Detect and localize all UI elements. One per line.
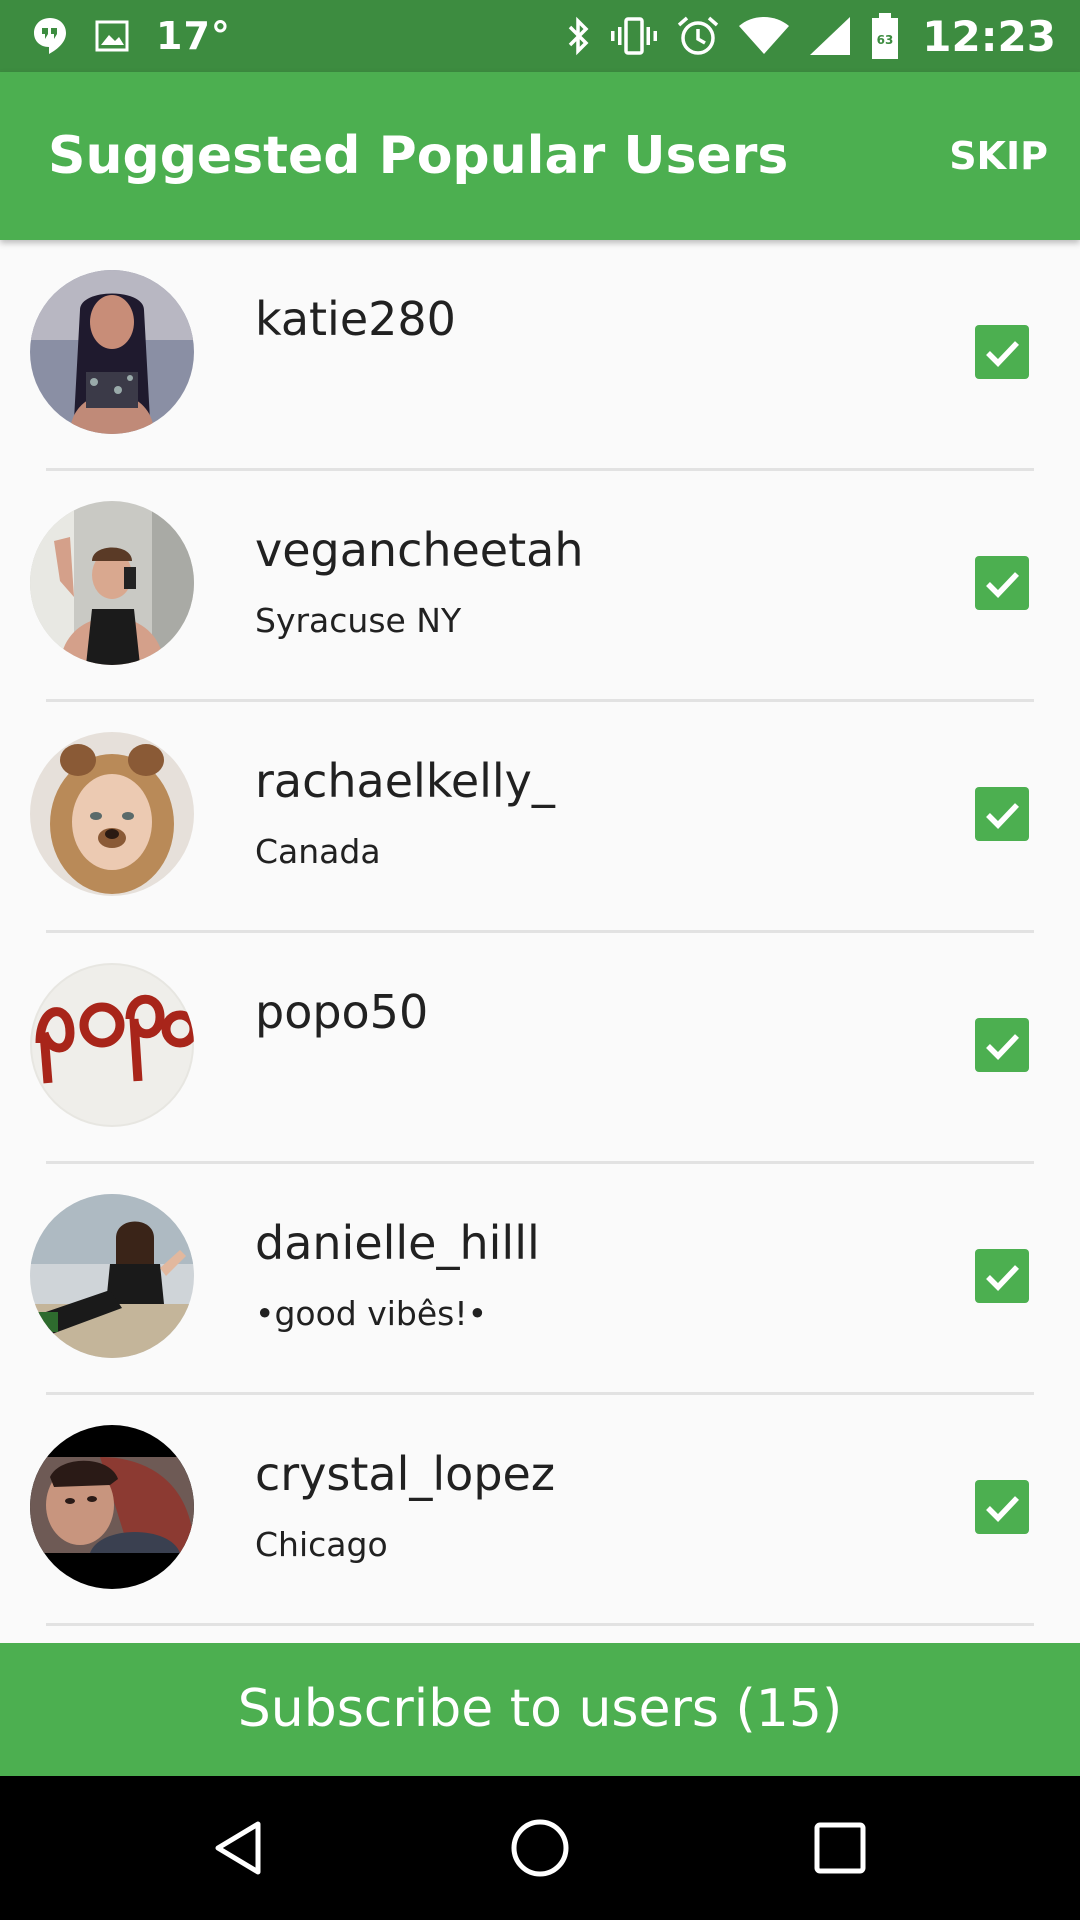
hangouts-icon: [32, 16, 68, 56]
avatar[interactable]: [30, 501, 194, 665]
follow-checkbox[interactable]: [975, 1249, 1029, 1303]
signal-icon: [808, 15, 852, 57]
divider: [46, 1623, 1034, 1626]
follow-checkbox[interactable]: [975, 1018, 1029, 1072]
follow-checkbox[interactable]: [975, 787, 1029, 841]
recents-icon: [814, 1822, 866, 1874]
user-subtitle: •good vibês!•: [255, 1294, 488, 1333]
page-title: Suggested Popular Users: [48, 126, 789, 186]
alarm-icon: [676, 14, 720, 58]
battery-icon: 63: [870, 12, 900, 60]
username: crystal_lopez: [255, 1447, 555, 1501]
screen: 17° 63 12:23 Suggested Popular Users SKI…: [0, 0, 1080, 1920]
recents-button[interactable]: [760, 1776, 920, 1920]
username: vegancheetah: [255, 523, 584, 577]
username: katie280: [255, 292, 456, 346]
checkmark-icon: [986, 1496, 1019, 1522]
avatar[interactable]: [30, 732, 194, 896]
avatar[interactable]: [30, 1194, 194, 1358]
clock: 12:23: [922, 11, 1056, 61]
navigation-bar: [0, 1776, 1080, 1920]
user-row-danielle-hilll[interactable]: danielle_hilll •good vibês!•: [0, 1164, 1080, 1395]
follow-checkbox[interactable]: [975, 556, 1029, 610]
checkmark-icon: [986, 572, 1019, 598]
username: popo50: [255, 985, 429, 1039]
back-icon: [215, 1821, 261, 1875]
image-icon: [94, 19, 130, 53]
user-subtitle: Chicago: [255, 1525, 388, 1564]
battery-level: 63: [877, 33, 894, 47]
checkmark-icon: [986, 1265, 1019, 1291]
vibrate-icon: [610, 15, 658, 57]
subscribe-button[interactable]: Subscribe to users (15): [0, 1643, 1080, 1776]
checkmark-icon: [986, 341, 1019, 367]
avatar[interactable]: [30, 963, 194, 1127]
status-bar: 17° 63 12:23: [0, 0, 1080, 72]
status-right: 63 12:23: [566, 0, 1056, 72]
app-bar: Suggested Popular Users SKIP: [0, 72, 1080, 240]
avatar[interactable]: [30, 270, 194, 434]
user-subtitle: Syracuse NY: [255, 601, 462, 640]
user-row-popo50[interactable]: popo50: [0, 933, 1080, 1164]
back-button[interactable]: [160, 1776, 320, 1920]
avatar[interactable]: [30, 1425, 194, 1589]
home-button[interactable]: [460, 1776, 620, 1920]
user-list[interactable]: katie280 vegancheetah Syracuse NY rachae…: [0, 240, 1080, 1643]
follow-checkbox[interactable]: [975, 1480, 1029, 1534]
skip-button[interactable]: SKIP: [947, 72, 1050, 240]
follow-checkbox[interactable]: [975, 325, 1029, 379]
temperature: 17°: [156, 14, 231, 58]
user-row-katie280[interactable]: katie280: [0, 240, 1080, 471]
user-row-vegancheetah[interactable]: vegancheetah Syracuse NY: [0, 471, 1080, 702]
user-subtitle: Canada: [255, 832, 381, 871]
user-row-crystal-lopez[interactable]: crystal_lopez Chicago: [0, 1395, 1080, 1626]
wifi-icon: [738, 16, 790, 56]
bluetooth-icon: [566, 15, 592, 57]
status-left: 17°: [32, 0, 231, 72]
user-row-rachaelkelly[interactable]: rachaelkelly_ Canada: [0, 702, 1080, 933]
home-icon: [511, 1819, 569, 1877]
username: rachaelkelly_: [255, 754, 555, 808]
checkmark-icon: [986, 803, 1019, 829]
username: danielle_hilll: [255, 1216, 540, 1270]
checkmark-icon: [986, 1034, 1019, 1060]
